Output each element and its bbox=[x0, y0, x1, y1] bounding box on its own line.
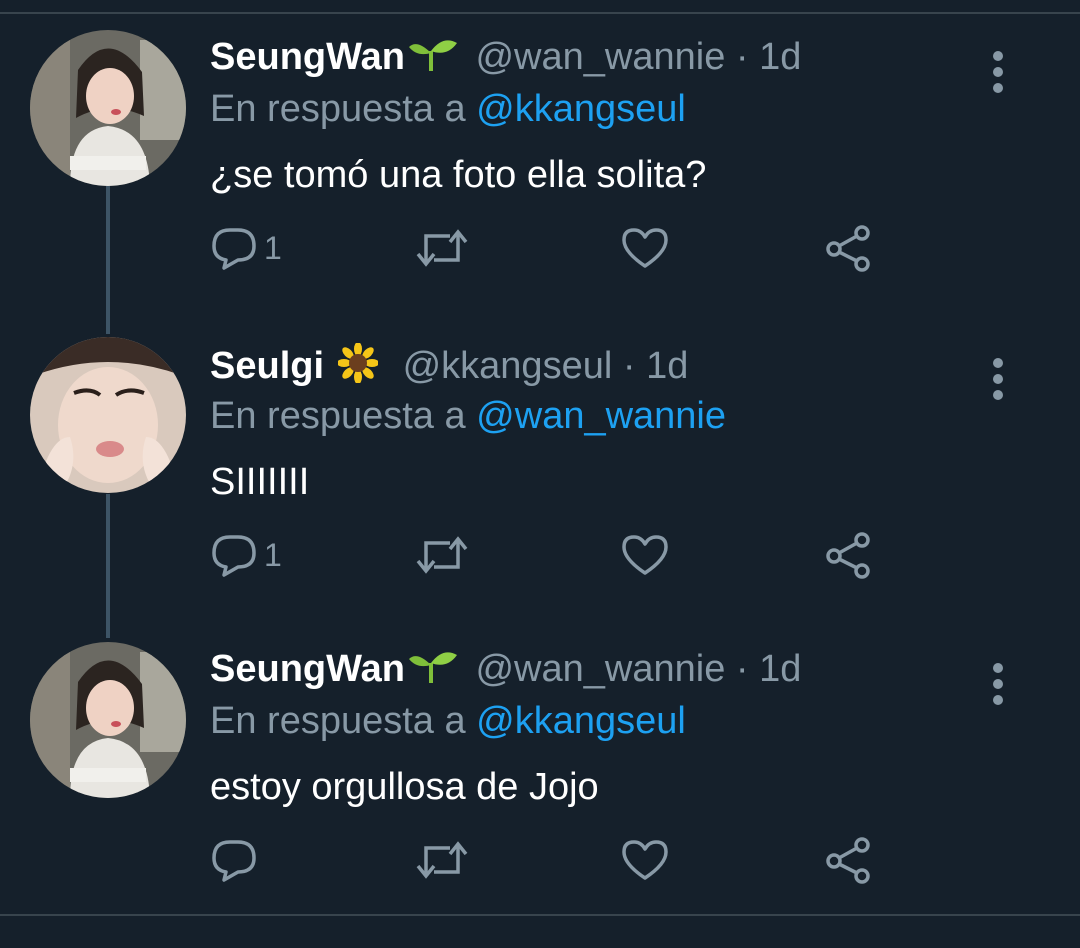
tweet-text: estoy orgullosa de Jojo bbox=[210, 766, 599, 808]
like-button[interactable] bbox=[620, 222, 670, 274]
display-name[interactable]: SeungWan bbox=[210, 648, 405, 690]
reply-button[interactable] bbox=[210, 834, 264, 886]
reply-context: En respuesta a @kkangseul bbox=[210, 88, 686, 131]
tweet-time[interactable]: 1d bbox=[646, 345, 688, 387]
share-icon bbox=[824, 531, 874, 579]
heart-icon bbox=[620, 533, 670, 577]
reply-context: En respuesta a @kkangseul bbox=[210, 700, 686, 743]
share-icon bbox=[824, 224, 874, 272]
reply-mention-link[interactable]: @kkangseul bbox=[476, 88, 686, 130]
share-button[interactable] bbox=[824, 222, 874, 274]
reply-mention-link[interactable]: @kkangseul bbox=[476, 700, 686, 742]
share-button[interactable] bbox=[824, 834, 874, 886]
separator-dot: · bbox=[735, 36, 749, 78]
seedling-emoji bbox=[407, 37, 459, 81]
reply-prefix: En respuesta a bbox=[210, 88, 466, 130]
share-button[interactable] bbox=[824, 529, 874, 581]
tweet-actions: 1 bbox=[210, 222, 890, 274]
tweet-time[interactable]: 1d bbox=[759, 36, 801, 78]
user-handle[interactable]: @wan_wannie bbox=[475, 648, 725, 690]
user-handle[interactable]: @kkangseul bbox=[403, 345, 613, 387]
retweet-icon bbox=[414, 533, 470, 577]
tweet-text: ¿se tomó una foto ella solita? bbox=[210, 154, 707, 196]
reply-icon bbox=[210, 533, 258, 577]
tweet-actions bbox=[210, 834, 890, 886]
tweet-text: SIIIIIII bbox=[210, 461, 310, 503]
retweet-button[interactable] bbox=[414, 834, 470, 886]
more-options-icon[interactable] bbox=[982, 48, 1014, 96]
like-button[interactable] bbox=[620, 529, 670, 581]
sunflower-emoji bbox=[337, 342, 380, 393]
reply-mention-link[interactable]: @wan_wannie bbox=[476, 395, 726, 437]
tweet-actions: 1 bbox=[210, 529, 890, 581]
retweet-icon bbox=[414, 838, 470, 882]
reply-prefix: En respuesta a bbox=[210, 700, 466, 742]
user-handle[interactable]: @wan_wannie bbox=[475, 36, 725, 78]
reply-count: 1 bbox=[264, 536, 282, 573]
tweet-header: SeungWan @wan_wannie · 1d bbox=[210, 36, 801, 81]
tweet-header: SeungWan @wan_wannie · 1d bbox=[210, 648, 801, 693]
share-icon bbox=[824, 836, 874, 884]
display-name[interactable]: Seulgi bbox=[210, 345, 324, 387]
heart-icon bbox=[620, 838, 670, 882]
retweet-button[interactable] bbox=[414, 222, 470, 274]
top-divider bbox=[0, 0, 1080, 14]
avatar[interactable] bbox=[30, 30, 186, 186]
tweet[interactable]: Seulgi @kkangseul · 1d En respuesta a @w… bbox=[0, 337, 1080, 643]
like-button[interactable] bbox=[620, 834, 670, 886]
more-options-icon[interactable] bbox=[982, 355, 1014, 403]
reply-prefix: En respuesta a bbox=[210, 395, 466, 437]
more-options-icon[interactable] bbox=[982, 660, 1014, 708]
retweet-icon bbox=[414, 226, 470, 270]
bottom-divider bbox=[0, 914, 1080, 916]
seedling-emoji bbox=[407, 649, 459, 693]
reply-button[interactable]: 1 bbox=[210, 222, 282, 274]
separator-dot: · bbox=[735, 648, 749, 690]
avatar[interactable] bbox=[30, 337, 186, 493]
tweet-header: Seulgi @kkangseul · 1d bbox=[210, 342, 688, 393]
retweet-button[interactable] bbox=[414, 529, 470, 581]
reply-context: En respuesta a @wan_wannie bbox=[210, 395, 726, 438]
tweet[interactable]: SeungWan @wan_wannie · 1d En respuesta a… bbox=[0, 642, 1080, 948]
reply-icon bbox=[210, 838, 258, 882]
reply-count: 1 bbox=[264, 229, 282, 266]
reply-icon bbox=[210, 226, 258, 270]
avatar[interactable] bbox=[30, 642, 186, 798]
display-name[interactable]: SeungWan bbox=[210, 36, 405, 78]
tweet[interactable]: SeungWan @wan_wannie · 1d En respuesta a… bbox=[0, 30, 1080, 336]
separator-dot: · bbox=[622, 345, 636, 388]
reply-button[interactable]: 1 bbox=[210, 529, 282, 581]
heart-icon bbox=[620, 226, 670, 270]
tweet-time[interactable]: 1d bbox=[759, 648, 801, 690]
